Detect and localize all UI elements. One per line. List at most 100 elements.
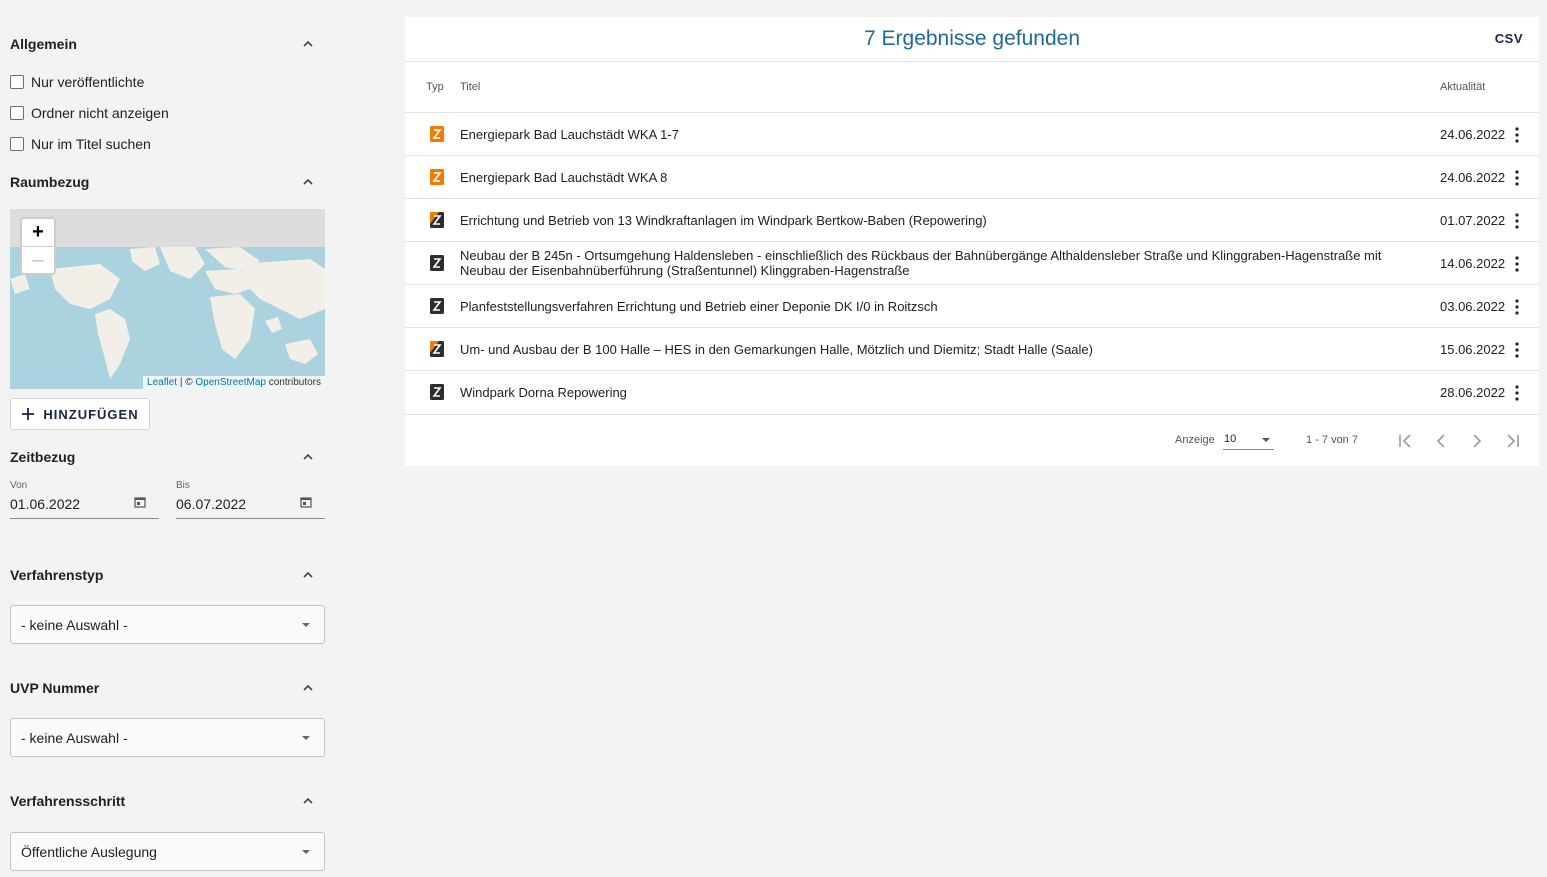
checkbox-title-only[interactable]: Nur im Titel suchen: [10, 134, 151, 154]
section-header-general[interactable]: Allgemein: [10, 33, 315, 55]
doc-dark-icon: [430, 384, 444, 400]
table-row[interactable]: Planfeststellungsverfahren Errichtung un…: [405, 285, 1539, 328]
section-header-uvp-number[interactable]: UVP Nummer: [10, 677, 315, 699]
checkbox[interactable]: [10, 106, 24, 120]
row-date: 24.06.2022: [1440, 127, 1506, 142]
checkbox[interactable]: [10, 75, 24, 89]
zoom-control: + –: [20, 217, 56, 275]
checkbox-label: Nur veröffentlichte: [31, 74, 145, 90]
zoom-out-button[interactable]: –: [22, 246, 54, 273]
doc-orange-icon: [430, 126, 444, 142]
calendar-icon[interactable]: [134, 496, 146, 508]
add-area-label: HINZUFÜGEN: [43, 406, 139, 422]
table-row[interactable]: Windpark Dorna Repowering 28.06.2022: [405, 371, 1539, 415]
doc-orange-icon: [430, 169, 444, 185]
caret-down-icon: [302, 736, 310, 740]
chevron-up-icon[interactable]: [301, 681, 315, 695]
chevron-up-icon[interactable]: [301, 450, 315, 464]
paginator: Anzeige 10 1 - 7 von 7: [405, 417, 1539, 466]
next-page-icon[interactable]: [1467, 431, 1487, 451]
caret-down-icon: [302, 850, 310, 854]
leaflet-link[interactable]: Leaflet: [147, 377, 177, 388]
checkbox-only-published[interactable]: Nur veröffentlichte: [10, 72, 144, 92]
attribution-suffix: contributors: [265, 377, 321, 388]
plus-icon: [22, 408, 35, 420]
column-header-type[interactable]: Typ: [426, 81, 444, 93]
table-row[interactable]: Energiepark Bad Lauchstädt WKA 1-7 24.06…: [405, 113, 1539, 156]
doc-mixed-icon: [430, 341, 444, 357]
osm-link[interactable]: OpenStreetMap: [195, 377, 266, 388]
table-row[interactable]: Neubau der B 245n - Ortsumgehung Haldens…: [405, 242, 1539, 285]
procedure-type-select[interactable]: - keine Auswahl -: [10, 605, 325, 644]
section-header-time[interactable]: Zeitbezug: [10, 446, 315, 468]
caret-down-icon: [302, 623, 310, 627]
date-from-field[interactable]: Von 01.06.2022: [10, 480, 159, 519]
uvp-number-select[interactable]: - keine Auswahl -: [10, 718, 325, 757]
row-date: 14.06.2022: [1440, 256, 1506, 271]
table-row[interactable]: Errichtung und Betrieb von 13 Windkrafta…: [405, 199, 1539, 242]
chevron-up-icon[interactable]: [301, 175, 315, 189]
row-date: 24.06.2022: [1440, 170, 1506, 185]
more-vert-icon[interactable]: [1514, 299, 1520, 315]
per-page-label: Anzeige: [1175, 434, 1215, 446]
chevron-up-icon[interactable]: [301, 568, 315, 582]
table-row[interactable]: Um- und Ausbau der B 100 Halle – HES in …: [405, 328, 1539, 371]
row-title[interactable]: Planfeststellungsverfahren Errichtung un…: [460, 299, 1420, 314]
section-title: Verfahrenstyp: [10, 567, 104, 583]
section-header-spatial[interactable]: Raumbezug: [10, 171, 315, 193]
more-vert-icon[interactable]: [1514, 170, 1520, 186]
section-header-procedure-type[interactable]: Verfahrenstyp: [10, 564, 315, 586]
select-value: - keine Auswahl -: [21, 616, 128, 633]
last-page-icon[interactable]: [1503, 431, 1523, 451]
section-title: Raumbezug: [10, 174, 90, 190]
add-area-button[interactable]: HINZUFÜGEN: [10, 398, 150, 430]
map-attribution: Leaflet | © OpenStreetMap contributors: [143, 376, 325, 389]
page-range-label: 1 - 7 von 7: [1306, 434, 1358, 446]
calendar-icon[interactable]: [300, 496, 312, 508]
chevron-up-icon[interactable]: [301, 37, 315, 51]
procedure-step-select[interactable]: Öffentliche Auslegung: [10, 832, 325, 871]
map-view[interactable]: + – Leaflet | © OpenStreetMap contributo…: [10, 209, 325, 389]
date-to-field[interactable]: Bis 06.07.2022: [176, 480, 325, 519]
section-title: Allgemein: [10, 36, 77, 52]
results-title: 7 Ergebnisse gefunden: [864, 27, 1080, 50]
row-title[interactable]: Windpark Dorna Repowering: [460, 385, 1420, 400]
zoom-in-button[interactable]: +: [22, 219, 54, 246]
row-title[interactable]: Neubau der B 245n - Ortsumgehung Haldens…: [460, 248, 1420, 278]
checkbox-label: Nur im Titel suchen: [31, 136, 151, 152]
row-title[interactable]: Energiepark Bad Lauchstädt WKA 1-7: [460, 127, 1420, 142]
more-vert-icon[interactable]: [1514, 127, 1520, 143]
row-title[interactable]: Errichtung und Betrieb von 13 Windkrafta…: [460, 213, 1420, 228]
section-header-procedure-step[interactable]: Verfahrensschritt: [10, 790, 315, 812]
row-title[interactable]: Energiepark Bad Lauchstädt WKA 8: [460, 170, 1420, 185]
doc-dark-icon: [430, 255, 444, 271]
first-page-icon[interactable]: [1395, 431, 1415, 451]
doc-mixed-icon: [430, 212, 444, 228]
column-header-title[interactable]: Titel: [460, 81, 480, 93]
more-vert-icon[interactable]: [1514, 256, 1520, 272]
row-date: 15.06.2022: [1440, 342, 1506, 357]
section-title: Verfahrensschritt: [10, 793, 126, 809]
attribution-separator: | ©: [177, 377, 196, 388]
csv-export-button[interactable]: CSV: [1495, 31, 1523, 46]
row-date: 03.06.2022: [1440, 299, 1506, 314]
section-title: Zeitbezug: [10, 449, 76, 465]
table-header: Typ Titel Aktualität: [405, 62, 1539, 113]
per-page-select[interactable]: 10: [1223, 432, 1274, 450]
filter-sidebar: Allgemein Nur veröffentlichte Ordner nic…: [0, 0, 335, 877]
checkbox[interactable]: [10, 137, 24, 151]
previous-page-icon[interactable]: [1431, 431, 1451, 451]
table-row[interactable]: Energiepark Bad Lauchstädt WKA 8 24.06.2…: [405, 156, 1539, 199]
column-header-date[interactable]: Aktualität: [1440, 81, 1485, 93]
row-date: 28.06.2022: [1440, 385, 1506, 400]
row-title[interactable]: Um- und Ausbau der B 100 Halle – HES in …: [460, 342, 1420, 357]
checkbox-label: Ordner nicht anzeigen: [31, 105, 169, 121]
row-date: 01.07.2022: [1440, 213, 1506, 228]
chevron-up-icon[interactable]: [301, 794, 315, 808]
checkbox-hide-folders[interactable]: Ordner nicht anzeigen: [10, 103, 169, 123]
date-from-label: Von: [10, 480, 28, 491]
more-vert-icon[interactable]: [1514, 213, 1520, 229]
more-vert-icon[interactable]: [1514, 385, 1520, 401]
more-vert-icon[interactable]: [1514, 342, 1520, 358]
world-map: [10, 247, 325, 379]
